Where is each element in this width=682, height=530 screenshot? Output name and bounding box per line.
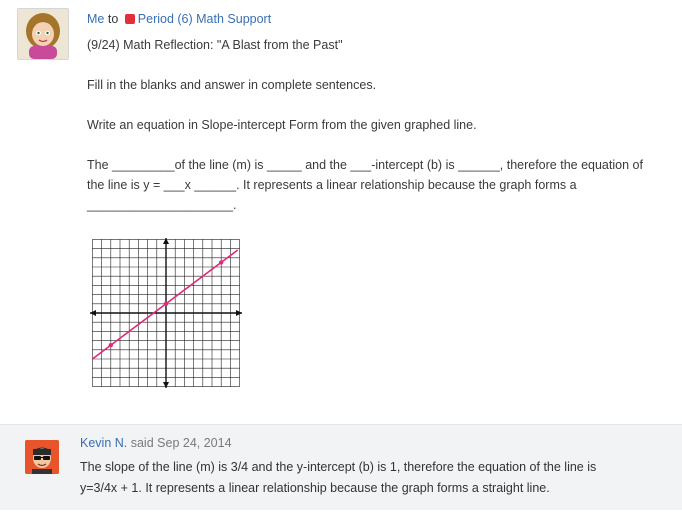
fill-line-3: _____________________. — [87, 198, 237, 212]
fill-line-2: the line is y = ___x ______. It represen… — [87, 178, 577, 192]
coordinate-plane — [90, 238, 242, 388]
reply-author-link[interactable]: Kevin N. — [80, 436, 127, 450]
said-label: said — [130, 436, 154, 450]
axes — [90, 238, 242, 388]
x-axis-arrow-right-icon — [236, 310, 242, 316]
y-axis-arrow-up-icon — [163, 238, 169, 244]
girl-avatar-icon — [18, 9, 68, 59]
post-title: (9/24) Math Reflection: "A Blast from th… — [87, 38, 343, 52]
group-link[interactable]: Period (6) Math Support — [138, 12, 271, 26]
post-card: Me to Period (6) Math Support (9/24) Mat… — [0, 0, 682, 424]
author-link[interactable]: Me — [87, 12, 104, 26]
reply-avatar[interactable] — [25, 440, 59, 474]
graph-image[interactable] — [90, 238, 242, 388]
to-label: to — [107, 12, 119, 26]
y-axis-arrow-down-icon — [163, 382, 169, 388]
post-task: Write an equation in Slope-intercept For… — [87, 118, 477, 132]
reply-header: Kevin N. said Sep 24, 2014 — [80, 436, 232, 450]
reply-text-line-2: y=3/4x + 1. It represents a linear relat… — [80, 481, 550, 495]
reply-date: Sep 24, 2014 — [157, 436, 232, 450]
fill-line-1: The _________of the line (m) is _____ an… — [87, 158, 643, 172]
x-axis-arrow-left-icon — [90, 310, 96, 316]
post-instructions: Fill in the blanks and answer in complet… — [87, 78, 377, 92]
line-point — [163, 301, 169, 306]
post-header: Me to Period (6) Math Support — [87, 12, 271, 26]
line-point — [219, 260, 224, 265]
group-color-icon — [124, 14, 135, 24]
reply-card: Kevin N. said Sep 24, 2014 The slope of … — [0, 425, 682, 510]
boy-avatar-icon — [25, 440, 59, 474]
plotted-line — [91, 249, 239, 360]
author-avatar[interactable] — [17, 8, 69, 60]
reply-text-line-1: The slope of the line (m) is 3/4 and the… — [80, 460, 597, 474]
line-point — [108, 343, 113, 348]
